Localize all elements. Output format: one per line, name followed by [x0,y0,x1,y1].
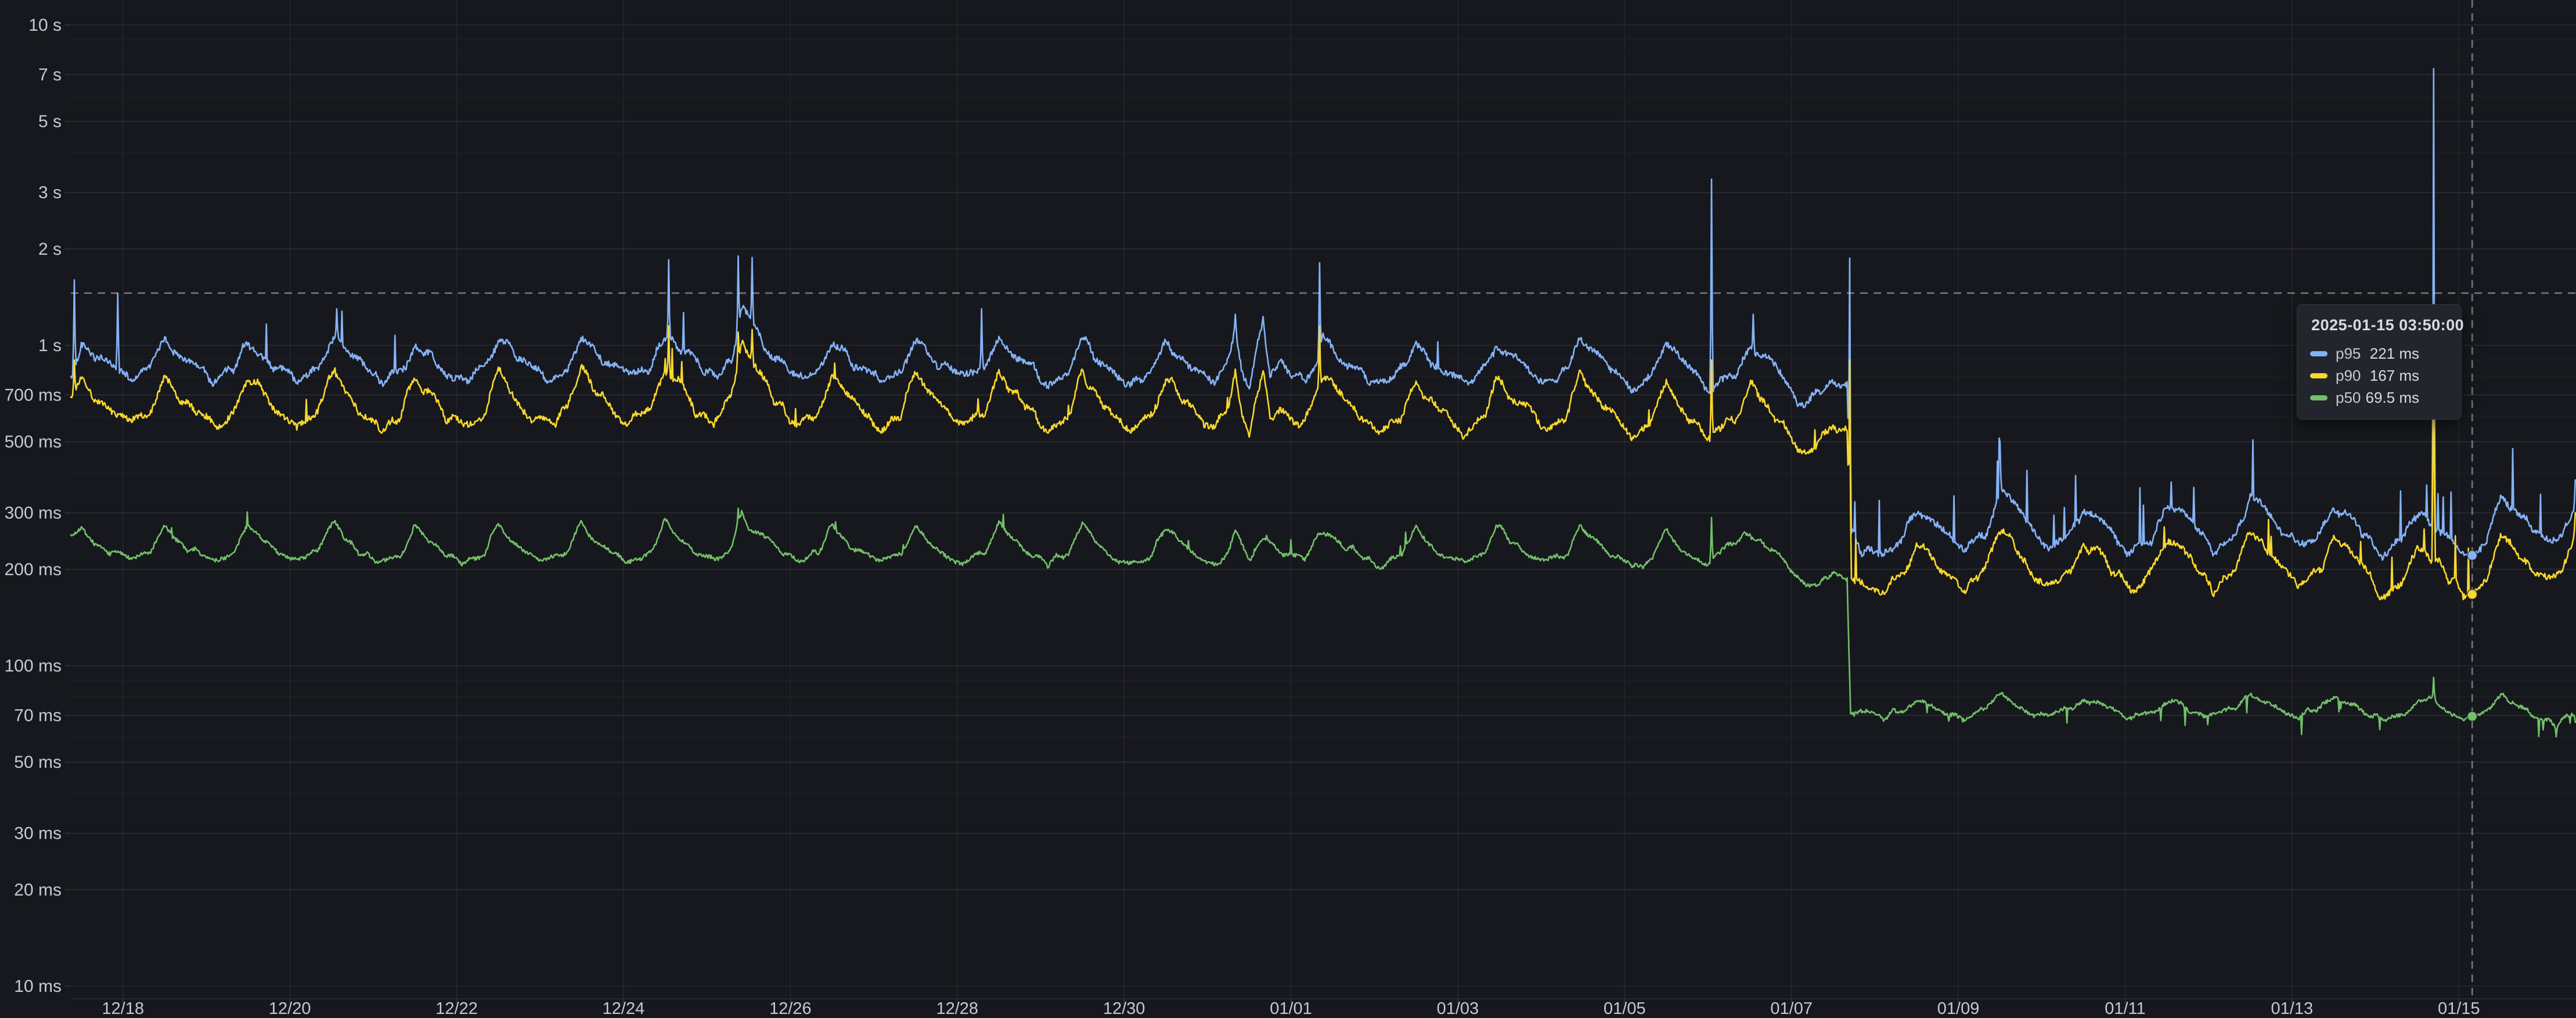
gridlines-vertical [123,0,2459,1004]
series-line-p95 [71,68,2575,560]
y-tick-label: 2 s [38,240,62,259]
x-tick-label: 01/07 [1770,999,1813,1018]
y-tick-label: 20 ms [14,880,62,900]
x-tick-label: 01/05 [1604,999,1646,1018]
latency-timeseries-panel: 10 s 7 s 5 s 3 s 2 s 1 s 700 ms 500 ms 300 ms 200… [0,0,2576,1018]
series-color-pill-icon [2310,351,2328,356]
hover-marker-p50 [2467,712,2477,721]
x-tick-label: 12/30 [1103,999,1145,1018]
series-color-pill-icon [2310,373,2328,378]
y-tick-label: 300 ms [5,504,62,523]
tooltip-series-value: 167 ms [2370,367,2419,385]
tooltip: 2025-01-15 03:50:00 p95221 msp90167 msp5… [2297,304,2462,420]
x-tick-label: 12/28 [936,999,978,1018]
y-tick-label: 3 s [38,183,62,203]
series-line-p90 [71,326,2575,600]
tooltip-row: p95221 ms [2310,342,2448,364]
x-tick-label: 12/22 [435,999,478,1018]
y-tick-label: 5 s [38,112,62,131]
hover-marker-p95 [2467,550,2477,560]
x-tick-label: 12/18 [102,999,145,1018]
y-tick-label: 1 s [38,336,62,355]
y-tick-label: 30 ms [14,824,62,843]
tooltip-row: p90167 ms [2310,364,2448,387]
crosshair [71,0,2576,999]
x-tick-label: 01/01 [1270,999,1312,1018]
series-color-pill-icon [2310,395,2328,400]
y-tick-label: 500 ms [5,432,62,452]
x-tick-label: 01/13 [2271,999,2314,1018]
tooltip-series-value: 221 ms [2370,345,2419,363]
y-tick-label: 70 ms [14,706,62,725]
x-tick-label: 01/09 [1937,999,1980,1018]
tooltip-series-name: p50 [2336,389,2366,407]
tooltip-row: p5069.5 ms [2310,387,2448,409]
x-axis-labels: 12/18 12/20 12/22 12/24 12/26 12/28 12/30 01/01… [102,999,2480,1018]
tooltip-timestamp: 2025-01-15 03:50:00 [2311,316,2448,334]
y-tick-label: 700 ms [5,386,62,405]
y-tick-label: 200 ms [5,560,62,579]
x-tick-label: 01/03 [1437,999,1479,1018]
series-lines [71,68,2575,737]
series-line-p50 [71,508,2575,737]
y-axis-labels: 10 s 7 s 5 s 3 s 2 s 1 s 700 ms 500 ms 300 ms 200… [5,16,62,996]
x-tick-label: 12/24 [603,999,645,1018]
latency-chart[interactable]: 10 s 7 s 5 s 3 s 2 s 1 s 700 ms 500 ms 300 ms 200… [0,0,2576,1018]
y-tick-label: 7 s [38,66,62,85]
y-tick-label: 10 s [28,16,62,35]
tooltip-rows: p95221 msp90167 msp5069.5 ms [2310,342,2448,409]
x-tick-label: 01/11 [2105,999,2145,1018]
tooltip-series-name: p95 [2336,345,2370,363]
x-tick-label: 12/26 [769,999,812,1018]
y-tick-label: 100 ms [5,656,62,676]
tooltip-series-value: 69.5 ms [2366,389,2420,407]
gridlines-major [65,25,2576,986]
tooltip-series-name: p90 [2336,367,2370,385]
x-tick-label: 12/20 [269,999,311,1018]
y-tick-label: 10 ms [14,977,62,996]
hover-marker-p90 [2467,590,2477,600]
y-tick-label: 50 ms [14,753,62,772]
x-tick-label: 01/15 [2438,999,2480,1018]
